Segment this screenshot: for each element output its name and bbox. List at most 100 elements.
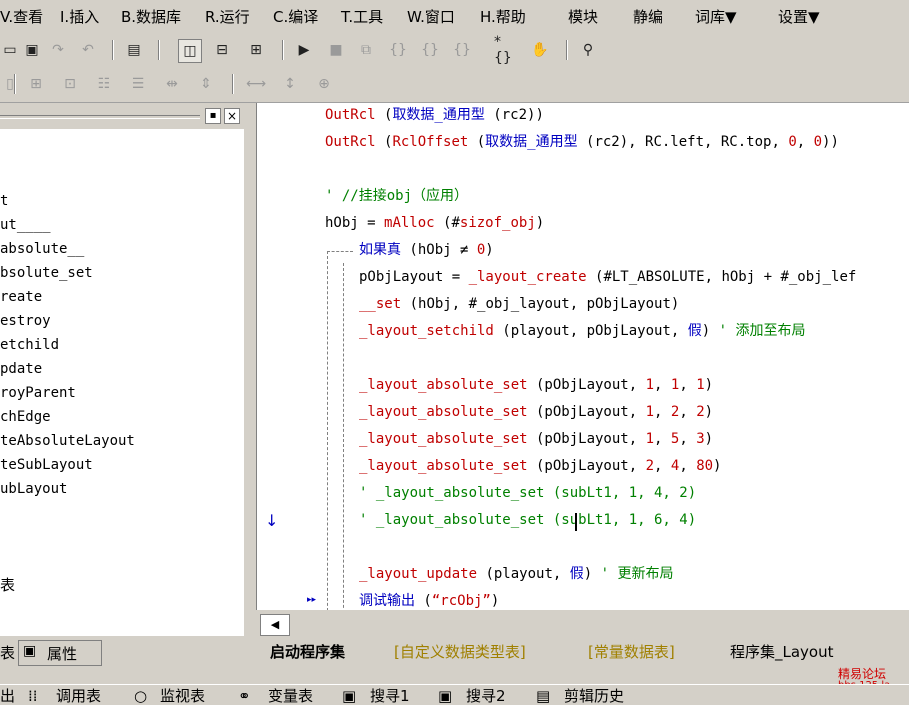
code-token: ) [713, 458, 722, 474]
layout-panel-icon[interactable]: ◫ [178, 39, 202, 63]
code-token: 1 [645, 377, 655, 393]
tab-output[interactable]: 出 [0, 687, 15, 705]
menu-module[interactable]: 模块 [568, 8, 598, 26]
tab-watch[interactable]: 监视表 [160, 687, 205, 705]
menu-tools[interactable]: T.工具 [341, 8, 383, 26]
tree-item[interactable]: pdate [0, 360, 42, 378]
splitter[interactable] [244, 103, 256, 638]
code-token: ' _layout_absolute_set (subLt1, 1, 4, 2) [359, 485, 697, 501]
horizontal-scrollbar[interactable]: ◀ [256, 610, 909, 638]
code-editor[interactable]: ↓ ▸▸ OutRcl (取数据_通用型 (rc2)) OutRcl (RclOf… [256, 103, 909, 610]
restore-icon[interactable]: ▪ [205, 108, 221, 124]
tree-item[interactable]: teSubLayout [0, 456, 93, 474]
hand-icon[interactable]: ✋ [530, 40, 550, 60]
tree-item[interactable]: teAbsoluteLayout [0, 432, 135, 450]
menu-database[interactable]: B.数据库 [121, 8, 181, 26]
paste-icon[interactable]: ▣ [22, 40, 42, 60]
align-icon[interactable]: ▯ [0, 74, 20, 94]
code-token: ' _layout_absolute_set (subLt1, 1, 6, 4) [359, 512, 697, 528]
code-token: _layout_absolute_set [359, 458, 528, 474]
space-h-icon[interactable]: ⇹ [162, 74, 182, 94]
tab-assembly-layout[interactable]: 程序集_Layout [730, 642, 834, 662]
code-token: (playout, [477, 566, 570, 582]
code-token: 取数据_通用型 [392, 107, 485, 123]
menu-static-compile[interactable]: 静编 [633, 8, 663, 26]
tab-search2[interactable]: 搜寻2 [466, 687, 506, 705]
open-icon[interactable]: ▭ [0, 40, 20, 60]
distribute-v-icon[interactable]: ☰ [128, 74, 148, 94]
same-height-icon[interactable]: ↕ [280, 74, 300, 94]
tree-item[interactable]: absolute__ [0, 240, 84, 258]
scroll-left-icon[interactable]: ◀ [260, 614, 290, 636]
tab-clip-history[interactable]: 剪辑历史 [564, 687, 624, 705]
run-icon[interactable]: ▶ [294, 40, 314, 60]
binoculars-icon[interactable]: ⚲ [578, 40, 598, 60]
menu-help[interactable]: H.帮助 [480, 8, 526, 26]
tab-startup-assembly[interactable]: 启动程序集 [270, 642, 345, 662]
code-token: ) [701, 323, 719, 339]
align-center-v-icon[interactable]: ⊡ [60, 74, 80, 94]
same-size-icon[interactable]: ⊕ [314, 74, 334, 94]
tab-search1[interactable]: 搜寻1 [370, 687, 410, 705]
tree-item[interactable]: etchild [0, 336, 59, 354]
tree-item[interactable]: ubLayout [0, 480, 67, 498]
close-icon[interactable]: × [224, 108, 240, 124]
menu-compile[interactable]: C.编译 [273, 8, 318, 26]
tab-custom-types[interactable]: [自定义数据类型表] [394, 642, 526, 662]
step-out-icon[interactable]: {} [452, 40, 472, 60]
menu-insert[interactable]: I.插入 [60, 8, 99, 26]
menu-run[interactable]: R.运行 [205, 8, 250, 26]
code-line: _layout_absolute_set (pObjLayout, 1, 5, … [359, 430, 713, 448]
tab-constants[interactable]: [常量数据表] [588, 642, 675, 662]
menu-settings[interactable]: 设置▼ [778, 8, 820, 26]
clipboard-icon: ▤ [536, 687, 551, 705]
code-line: _layout_absolute_set (pObjLayout, 1, 2, … [359, 403, 713, 421]
code-token: _layout_absolute_set [359, 377, 528, 393]
align-center-h-icon[interactable]: ⊞ [26, 74, 46, 94]
code-token: 0 [788, 134, 797, 150]
code-token: 如果真 [359, 242, 401, 258]
code-token: RclOffset [392, 134, 469, 150]
tab-variables[interactable]: 变量表 [268, 687, 313, 705]
code-token: ) [583, 566, 601, 582]
tab-properties-label: 属性 [47, 645, 78, 663]
tree-item[interactable]: reate [0, 288, 42, 306]
code-token: , [796, 134, 814, 150]
tree-item[interactable]: bsolute_set [0, 264, 93, 282]
layout-grid-icon[interactable]: ⊞ [246, 40, 266, 60]
step-into-icon[interactable]: {} [388, 40, 408, 60]
distribute-h-icon[interactable]: ☷ [94, 74, 114, 94]
code-token: 2 [645, 458, 655, 474]
find-icon[interactable]: ▤ [124, 40, 144, 60]
stop-icon[interactable]: ■ [326, 40, 346, 60]
code-token: 取数据_通用型 [485, 134, 578, 150]
menu-thesaurus[interactable]: 词库▼ [695, 8, 737, 26]
layout-split-icon[interactable]: ⊟ [212, 40, 232, 60]
tab-properties[interactable]: ▣ 属性 [18, 640, 102, 666]
undo-icon[interactable]: ↶ [78, 40, 98, 60]
tree-item[interactable]: chEdge [0, 408, 51, 426]
breakpoint-arrow-icon: ↓ [265, 511, 279, 530]
code-token: _layout_absolute_set [359, 404, 528, 420]
same-width-icon[interactable]: ⟷ [246, 74, 266, 94]
tree-item[interactable]: ut____ [0, 216, 51, 234]
search2-icon: ▣ [438, 687, 453, 705]
editor-gutter [257, 103, 315, 610]
menu-window[interactable]: W.窗口 [407, 8, 455, 26]
menu-view[interactable]: V.查看 [0, 8, 43, 26]
tab-support-library[interactable]: 表 [0, 642, 15, 663]
run-to-cursor-icon[interactable]: *{} [494, 34, 514, 66]
code-token: (rc2), RC.left, RC.top, [577, 134, 789, 150]
redo-icon[interactable]: ↷ [48, 40, 68, 60]
space-v-icon[interactable]: ⇕ [196, 74, 216, 94]
tree-item[interactable]: royParent [0, 384, 76, 402]
tree-item[interactable]: estroy [0, 312, 51, 330]
program-tree: t ut____ absolute__ bsolute_set reate es… [0, 129, 245, 636]
properties-icon: ▣ [23, 643, 37, 659]
step-icon[interactable]: ⧉ [356, 40, 376, 60]
separator [232, 74, 234, 94]
tree-item[interactable]: t [0, 192, 8, 210]
step-over-icon[interactable]: {} [420, 40, 440, 60]
tab-call-stack[interactable]: 调用表 [56, 687, 101, 705]
tree-item[interactable]: 表 [0, 576, 15, 594]
